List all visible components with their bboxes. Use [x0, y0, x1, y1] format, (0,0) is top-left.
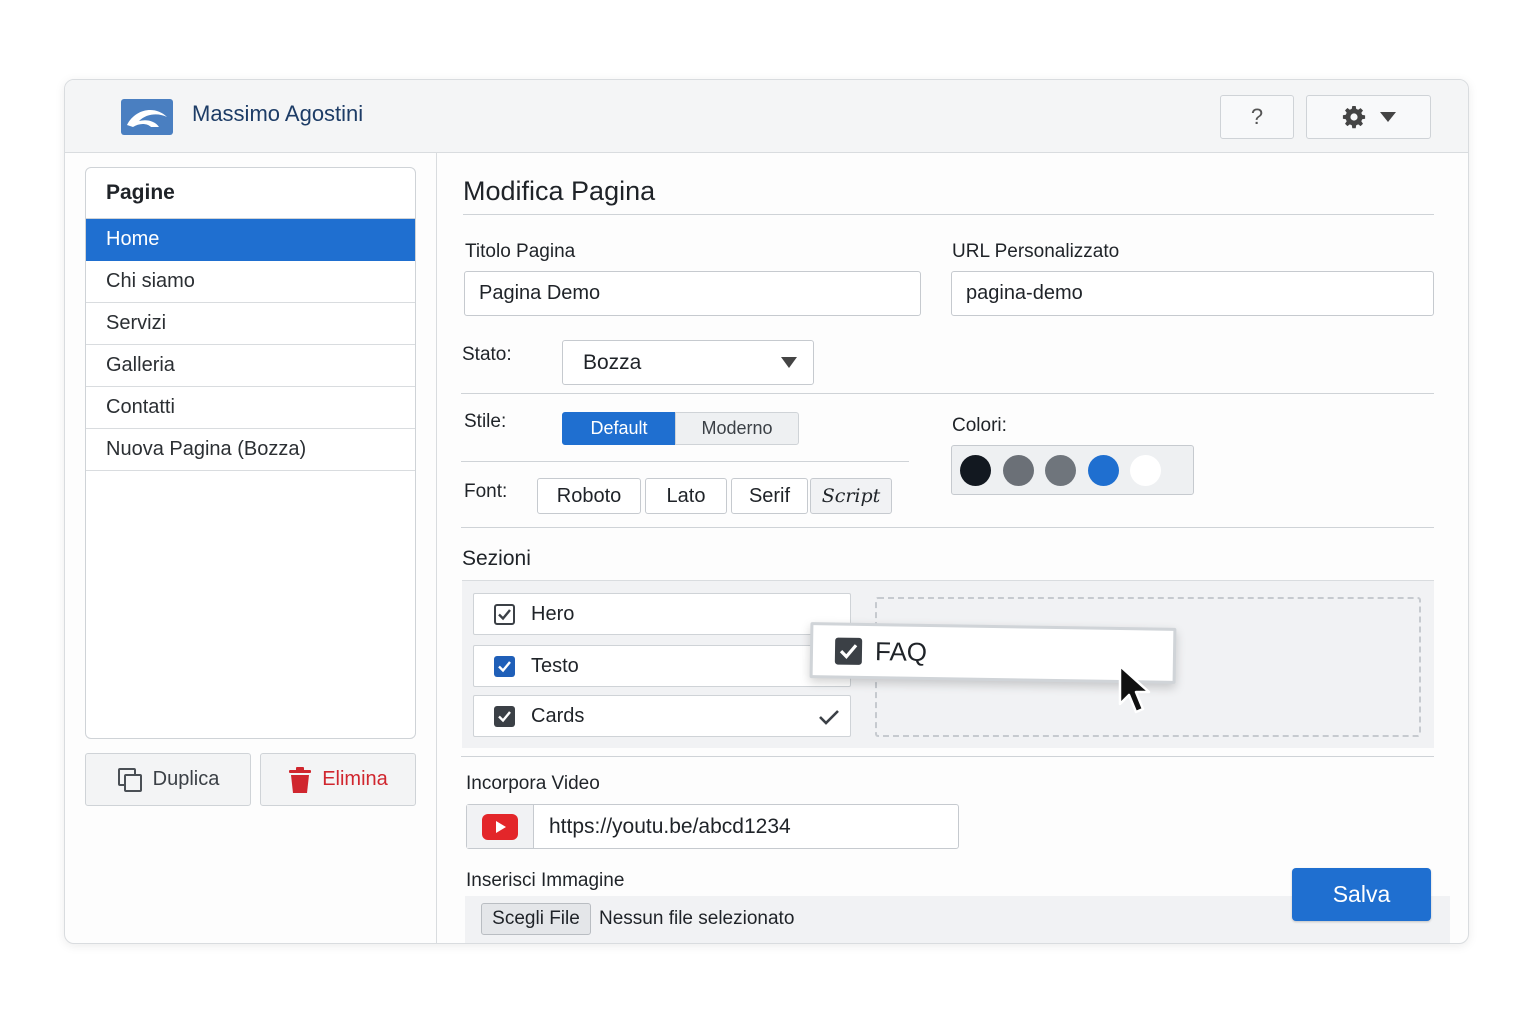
- status-select[interactable]: Bozza: [562, 340, 814, 385]
- colors-label: Colori:: [952, 415, 1007, 436]
- sidebar-item-nuova-pagina[interactable]: Nuova Pagina (Bozza): [86, 429, 415, 471]
- help-label: ?: [1250, 104, 1264, 129]
- color-swatch-gray-2[interactable]: [1045, 455, 1076, 486]
- font-script-button[interactable]: Script: [810, 478, 892, 514]
- color-swatch-white[interactable]: [1130, 455, 1161, 486]
- delete-label: Elimina: [322, 768, 388, 790]
- font-lato-button[interactable]: Lato: [645, 478, 727, 514]
- font-roboto-button[interactable]: Roboto: [537, 478, 641, 514]
- sections-divider: [461, 756, 1434, 757]
- section-item-testo[interactable]: Testo: [473, 645, 851, 687]
- save-button[interactable]: Salva: [1292, 868, 1431, 921]
- image-label: Inserisci Immagine: [466, 870, 625, 891]
- youtube-addon: [467, 805, 534, 848]
- check-icon: [498, 661, 511, 673]
- style-label: Stile:: [464, 411, 507, 432]
- checkmark-icon: [819, 710, 839, 725]
- app-title: Massimo Agostini: [192, 101, 364, 126]
- mouse-pointer-icon: [1118, 664, 1151, 714]
- color-swatch-blue[interactable]: [1088, 455, 1119, 486]
- sidebar-item-galleria[interactable]: Galleria: [86, 345, 415, 387]
- duplicate-label: Duplica: [152, 768, 220, 790]
- copy-icon: [117, 767, 142, 792]
- chevron-down-icon: [1379, 112, 1396, 122]
- delete-button[interactable]: Elimina: [260, 753, 416, 806]
- status-label: Stato:: [462, 344, 512, 365]
- style-divider: [461, 461, 909, 462]
- section-label-cards: Cards: [531, 705, 585, 727]
- file-status-text: Nessun file selezionato: [599, 908, 795, 929]
- app-window: Massimo Agostini ? Pagine Home Chi siamo…: [64, 79, 1469, 944]
- style-default-button[interactable]: Default: [562, 412, 676, 445]
- title-bar: Massimo Agostini ?: [65, 80, 1468, 153]
- pages-heading: Pagine: [86, 168, 415, 219]
- status-divider: [461, 393, 1434, 394]
- choose-file-button[interactable]: Scegli File: [481, 903, 591, 935]
- style-moderno-button[interactable]: Moderno: [675, 412, 799, 445]
- sidebar-item-chi-siamo[interactable]: Chi siamo: [86, 261, 415, 303]
- page-title: Modifica Pagina: [463, 176, 656, 206]
- page-title-label: Titolo Pagina: [465, 241, 576, 262]
- font-serif-button[interactable]: Serif: [731, 478, 808, 514]
- check-icon: [498, 609, 511, 621]
- gear-icon: [1342, 106, 1365, 129]
- chevron-down-icon: [781, 357, 797, 368]
- font-label: Font:: [464, 481, 508, 502]
- trash-icon: [289, 766, 312, 793]
- section-label-hero: Hero: [531, 603, 575, 625]
- sidebar-divider: [436, 153, 437, 943]
- section-item-cards[interactable]: Cards: [473, 695, 851, 737]
- pages-panel: Pagine Home Chi siamo Servizi Galleria C…: [85, 167, 416, 739]
- font-divider: [461, 527, 1434, 528]
- sidebar-item-home[interactable]: Home: [86, 219, 415, 261]
- status-value: Bozza: [583, 351, 642, 374]
- color-swatch-black[interactable]: [960, 455, 991, 486]
- checkbox-cards[interactable]: [494, 706, 515, 727]
- video-input-group: https://youtu.be/abcd1234: [466, 804, 959, 849]
- color-palette: [951, 445, 1194, 495]
- duplicate-button[interactable]: Duplica: [85, 753, 251, 806]
- video-label: Incorpora Video: [466, 773, 600, 794]
- url-label: URL Personalizzato: [952, 241, 1120, 262]
- brand-logo-icon: [121, 99, 173, 135]
- settings-dropdown-button[interactable]: [1306, 95, 1431, 139]
- check-icon: [498, 711, 511, 723]
- sidebar-item-contatti[interactable]: Contatti: [86, 387, 415, 429]
- youtube-icon: [482, 813, 518, 840]
- section-label-testo: Testo: [531, 655, 579, 677]
- sidebar-item-servizi[interactable]: Servizi: [86, 303, 415, 345]
- help-button[interactable]: ?: [1220, 95, 1294, 139]
- page-title-input[interactable]: Pagina Demo: [464, 271, 921, 316]
- sections-heading: Sezioni: [462, 547, 531, 570]
- checkbox-hero[interactable]: [494, 604, 515, 625]
- check-icon: [839, 644, 858, 660]
- section-label-faq: FAQ: [874, 636, 928, 667]
- checkbox-faq[interactable]: [834, 637, 863, 665]
- checkbox-testo[interactable]: [494, 656, 515, 677]
- section-item-hero[interactable]: Hero: [473, 593, 851, 635]
- url-input[interactable]: pagina-demo: [951, 271, 1434, 316]
- video-url-input[interactable]: https://youtu.be/abcd1234: [549, 805, 791, 848]
- color-swatch-gray[interactable]: [1003, 455, 1034, 486]
- title-divider: [463, 214, 1434, 215]
